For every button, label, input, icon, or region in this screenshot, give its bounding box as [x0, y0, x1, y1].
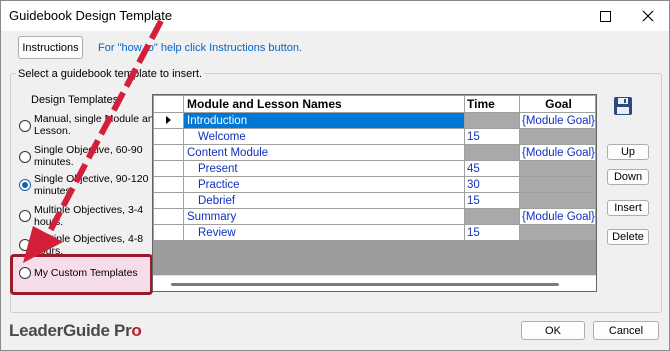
arrow-head-icon [23, 226, 63, 263]
arrow-shaft [46, 19, 164, 235]
annotation-arrow [23, 19, 164, 263]
dialog-window: Guidebook Design Template Instructions F… [0, 0, 670, 351]
